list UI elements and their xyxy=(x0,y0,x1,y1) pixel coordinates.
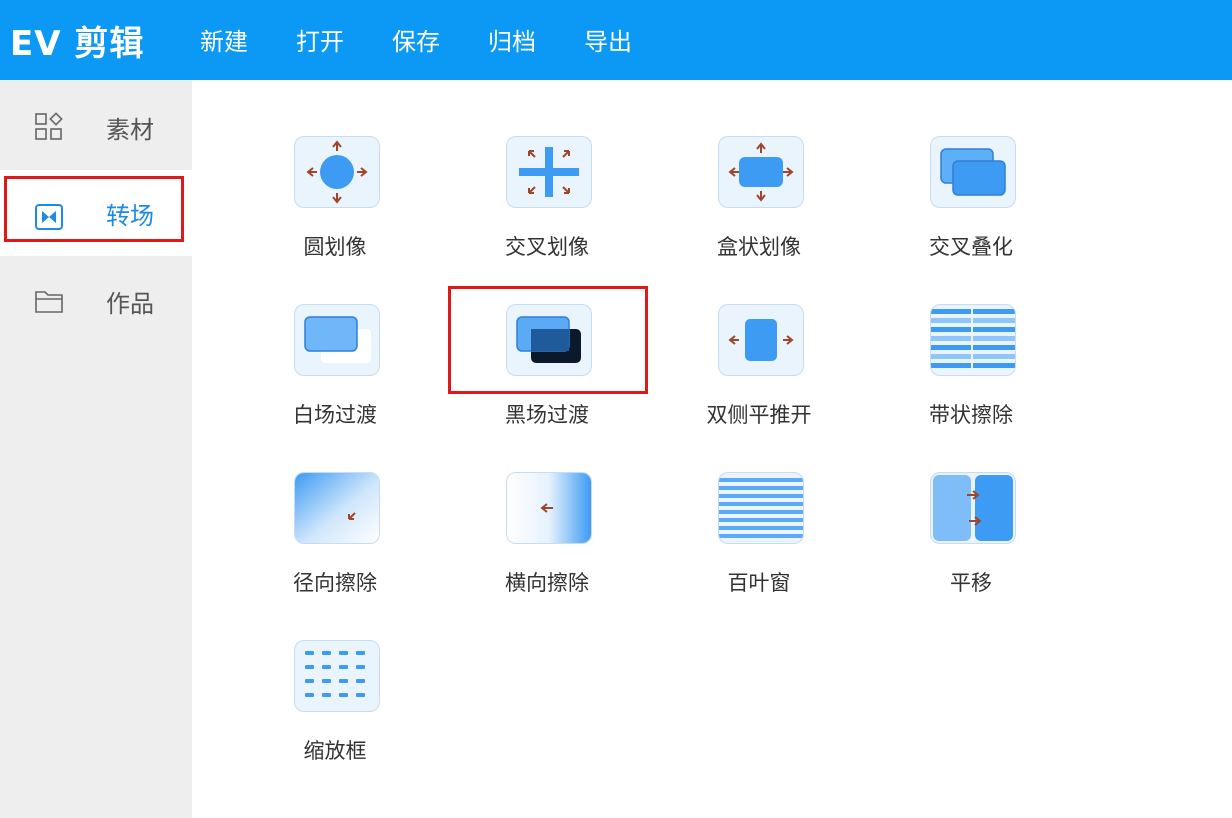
zoom-box-icon xyxy=(305,651,365,697)
transition-label: 圆划像 xyxy=(303,235,367,259)
menu-save[interactable]: 保存 xyxy=(392,22,440,57)
transition-circle-wipe[interactable]: 圆划像 xyxy=(245,136,425,296)
sidebar-item-transitions[interactable]: 转场 xyxy=(0,170,192,256)
folder-icon xyxy=(35,291,63,313)
blinds-icon xyxy=(719,478,803,538)
transition-box-wipe[interactable]: 盒状划像 xyxy=(669,136,849,296)
transition-band-wipe[interactable]: 带状擦除 xyxy=(881,304,1061,464)
transition-white-fade[interactable]: 白场过渡 xyxy=(245,304,425,464)
transition-horizontal-wipe[interactable]: 横向擦除 xyxy=(457,472,637,632)
transition-label: 缩放框 xyxy=(303,739,367,763)
top-bar: EV 剪辑 新建 打开 保存 归档 导出 xyxy=(0,0,1232,80)
menu-new[interactable]: 新建 xyxy=(200,22,248,57)
transition-label: 交叉划像 xyxy=(505,235,589,259)
double-push-icon xyxy=(728,319,794,361)
transition-label: 百叶窗 xyxy=(727,571,791,595)
box-wipe-icon xyxy=(728,142,794,202)
horizontal-wipe-icon xyxy=(507,473,591,543)
menu-archive[interactable]: 归档 xyxy=(488,22,536,57)
white-fade-icon xyxy=(304,316,371,363)
transition-zoom-box[interactable]: 缩放框 xyxy=(245,640,425,800)
radial-wipe-icon xyxy=(295,473,379,543)
transition-label: 双侧平推开 xyxy=(706,403,812,427)
band-wipe-icon xyxy=(931,309,1015,369)
transition-label: 交叉叠化 xyxy=(929,235,1013,259)
transition-slide[interactable]: 平移 xyxy=(881,472,1061,632)
transition-blinds[interactable]: 百叶窗 xyxy=(669,472,849,632)
transition-black-fade[interactable]: 黑场过渡 xyxy=(457,304,637,464)
transition-label: 带状擦除 xyxy=(929,403,1013,427)
transition-label: 横向擦除 xyxy=(505,571,589,595)
slide-icon xyxy=(933,475,1013,541)
transition-label: 白场过渡 xyxy=(293,403,377,427)
sidebar-item-label: 素材 xyxy=(106,115,154,144)
circle-wipe-icon xyxy=(306,140,368,204)
main-menu: 新建 打开 保存 归档 导出 xyxy=(200,22,680,57)
menu-export[interactable]: 导出 xyxy=(584,22,632,57)
transition-label: 平移 xyxy=(950,571,992,595)
transition-cross-dissolve[interactable]: 交叉叠化 xyxy=(881,136,1061,296)
grid-shapes-icon xyxy=(35,112,63,140)
black-fade-icon xyxy=(516,316,581,363)
transition-icon xyxy=(35,204,63,230)
sidebar-item-materials[interactable]: 素材 xyxy=(0,84,192,170)
transition-label: 径向擦除 xyxy=(293,571,377,595)
sidebar-item-works[interactable]: 作品 xyxy=(0,258,192,344)
transition-label: 黑场过渡 xyxy=(505,403,589,427)
sidebar-item-label: 转场 xyxy=(106,201,154,230)
app-title: EV 剪辑 xyxy=(10,24,145,64)
sidebar: 素材 转场 作品 xyxy=(0,80,192,818)
transition-cross-wipe[interactable]: 交叉划像 xyxy=(457,136,637,296)
menu-open[interactable]: 打开 xyxy=(296,22,344,57)
sidebar-item-label: 作品 xyxy=(106,289,154,318)
transition-double-push[interactable]: 双侧平推开 xyxy=(669,304,849,464)
cross-wipe-icon xyxy=(519,147,579,197)
cross-dissolve-icon xyxy=(940,148,1006,196)
transition-radial-wipe[interactable]: 径向擦除 xyxy=(245,472,425,632)
transition-label: 盒状划像 xyxy=(717,235,801,259)
